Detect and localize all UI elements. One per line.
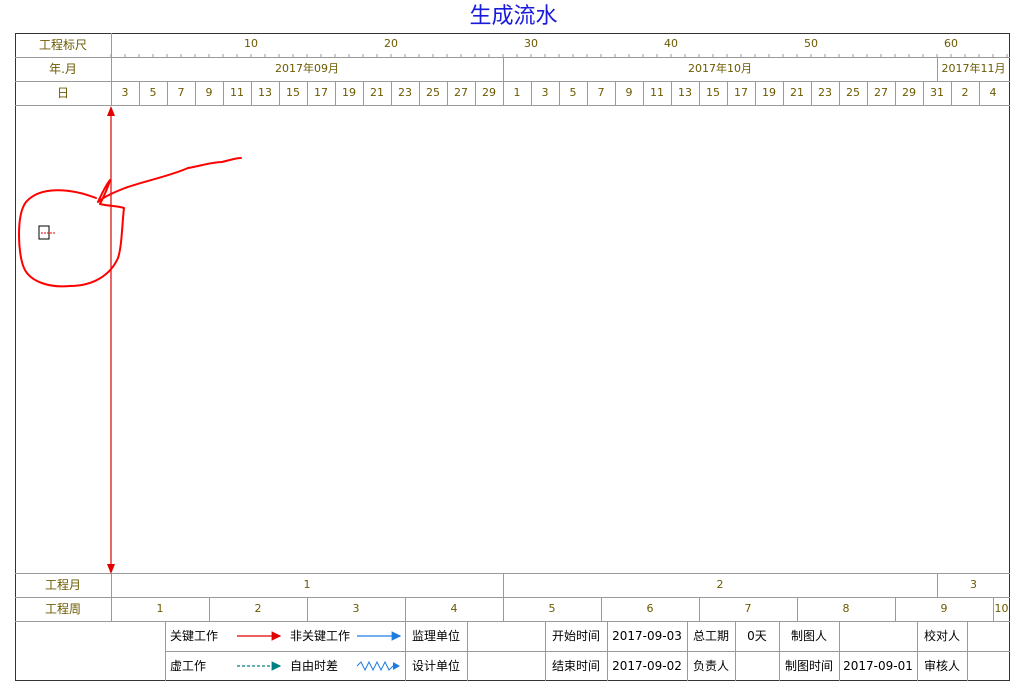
legend-freefloat-wave xyxy=(356,660,394,672)
chart-graphics xyxy=(18,54,1008,672)
scale-minor-ticks xyxy=(110,54,1008,57)
date-line-arrow-bottom xyxy=(107,564,115,574)
date-line-arrow-top xyxy=(107,106,115,116)
freehand-annotation xyxy=(18,157,242,288)
legend-freefloat-arrowhead xyxy=(393,662,400,670)
